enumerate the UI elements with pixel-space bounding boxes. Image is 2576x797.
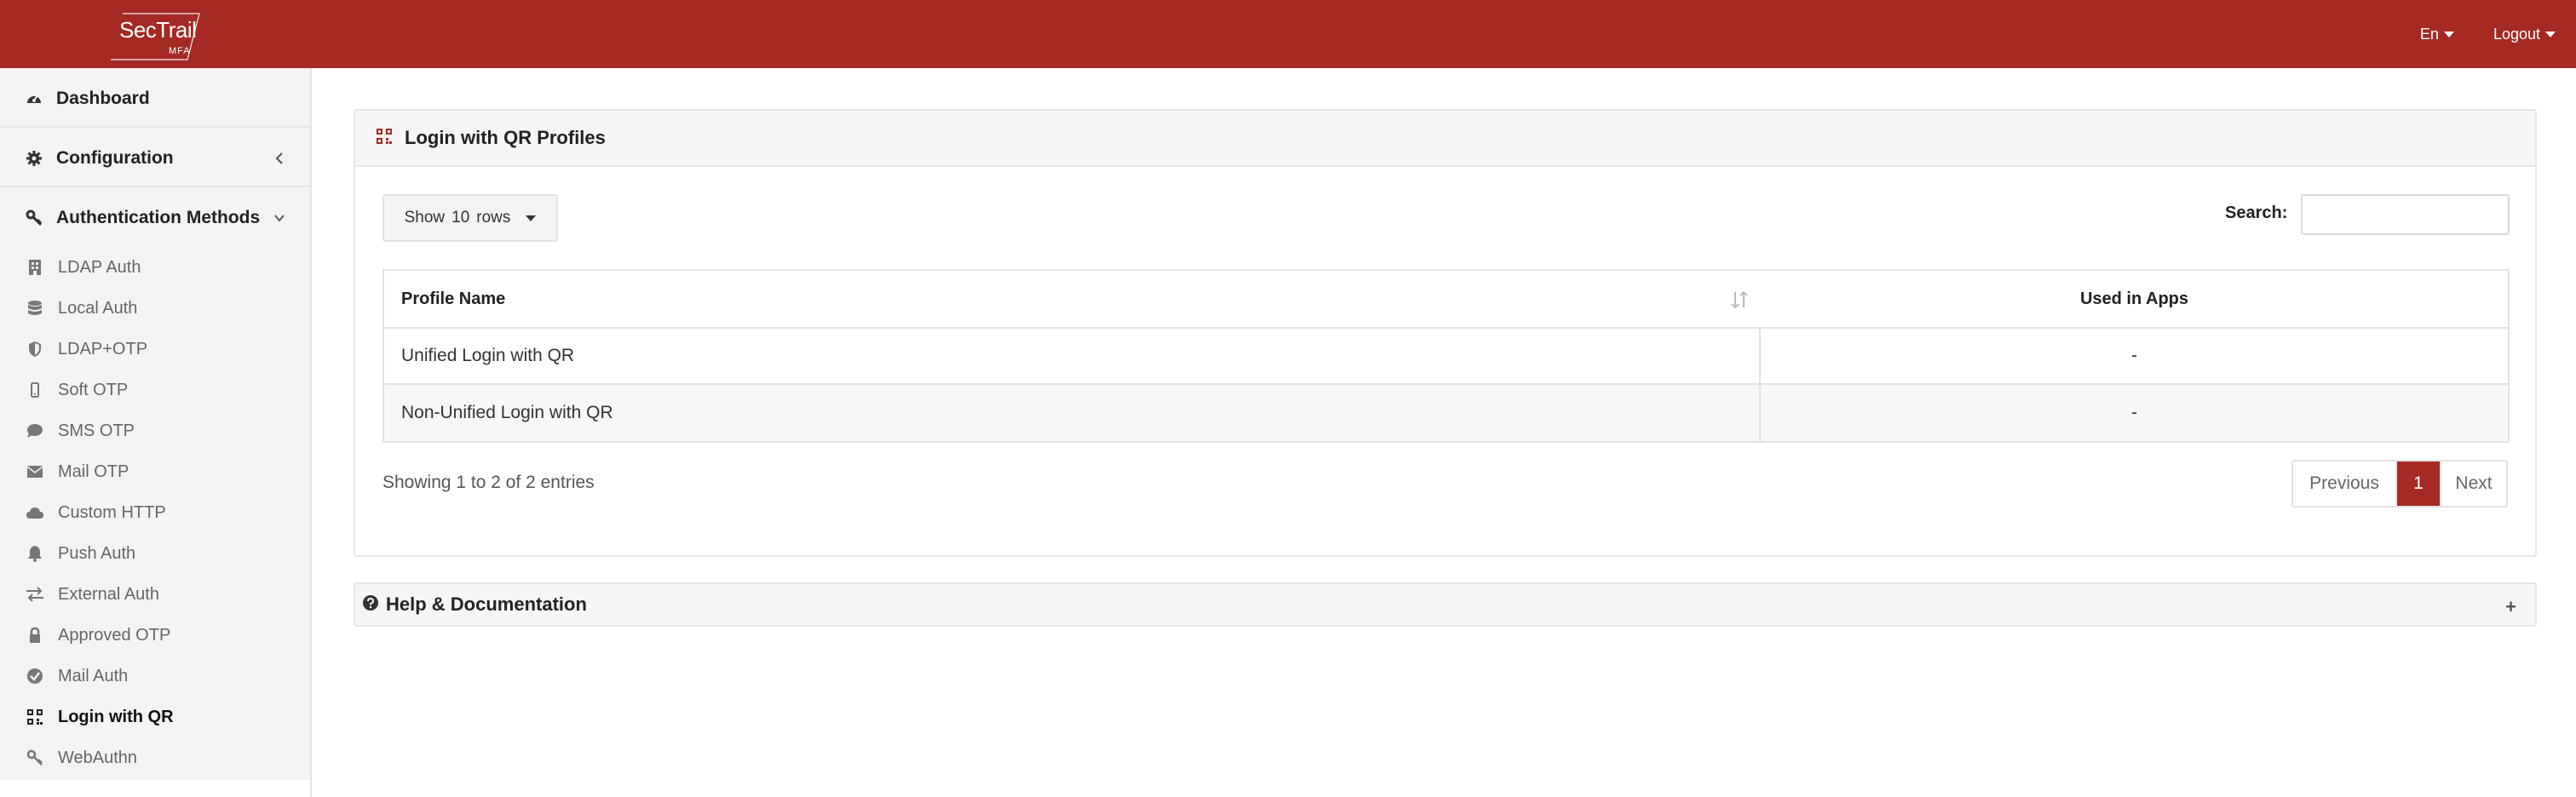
- exchange-icon: [26, 585, 44, 604]
- table-row[interactable]: Unified Login with QR -: [384, 329, 2508, 385]
- sidebar-item-label: Mail OTP: [58, 462, 129, 481]
- profiles-panel: Login with QR Profiles Show 10 rows Sear…: [354, 109, 2537, 557]
- table-header-row: Profile Name Used in Apps: [384, 271, 2508, 329]
- qrcode-icon: [26, 708, 44, 726]
- shield-icon: [26, 340, 44, 358]
- sidebar-item-mail-otp[interactable]: Mail OTP: [0, 451, 312, 492]
- mobile-icon: [26, 381, 44, 399]
- sidebar-item-authentication-methods[interactable]: Authentication Methods: [0, 192, 312, 244]
- brand-logo[interactable]: SecTrail MFA: [111, 10, 206, 61]
- gear-icon: [24, 148, 44, 169]
- search-input[interactable]: [2301, 194, 2510, 235]
- sidebar-item-label: Soft OTP: [58, 380, 129, 399]
- envelope-icon: [26, 462, 44, 481]
- show-rows-suffix: rows: [476, 209, 511, 226]
- database-icon: [26, 299, 44, 318]
- brand-name: SecTrail: [119, 17, 197, 43]
- show-rows-value: 10: [451, 209, 470, 226]
- column-header-used-in-apps[interactable]: Used in Apps: [1761, 271, 2508, 327]
- sidebar-item-sms-otp[interactable]: SMS OTP: [0, 410, 312, 451]
- sidebar-item-label: Local Auth: [58, 298, 138, 318]
- sidebar-item-label: External Auth: [58, 584, 159, 604]
- divider: [0, 126, 312, 128]
- sidebar-item-label: LDAP Auth: [58, 257, 141, 277]
- panel-title: Login with QR Profiles: [405, 127, 606, 148]
- lock-icon: [26, 626, 44, 645]
- sidebar-item-label: SMS OTP: [58, 421, 135, 440]
- question-circle-icon: [362, 594, 379, 616]
- show-rows-prefix: Show: [404, 209, 446, 226]
- building-icon: [26, 258, 44, 277]
- caret-down-icon: [2443, 31, 2454, 37]
- plus-icon[interactable]: +: [2505, 596, 2516, 618]
- sidebar-item-label: WebAuthn: [58, 748, 138, 767]
- sidebar-footer-space: [0, 780, 312, 797]
- cell-used-in-apps: -: [2131, 346, 2137, 365]
- language-dropdown[interactable]: En: [2420, 26, 2454, 43]
- qrcode-icon: [376, 128, 393, 149]
- search-label: Search:: [2225, 204, 2288, 222]
- sidebar-item-mail-auth[interactable]: Mail Auth: [0, 656, 312, 697]
- cell-profile-name: Non-Unified Login with QR: [384, 385, 1761, 441]
- divider: [0, 186, 312, 187]
- sidebar-item-dashboard[interactable]: Dashboard: [0, 73, 312, 124]
- sidebar-item-local-auth[interactable]: Local Auth: [0, 288, 312, 329]
- cloud-icon: [26, 503, 44, 522]
- sidebar-item-webauthn[interactable]: WebAuthn: [0, 737, 312, 778]
- next-page-button[interactable]: Next: [2440, 462, 2506, 506]
- table-info: Showing 1 to 2 of 2 entries: [382, 473, 595, 492]
- top-bar: SecTrail MFA En Logout: [0, 0, 2576, 68]
- help-title: Help & Documentation: [386, 593, 587, 615]
- page-1-button[interactable]: 1: [2397, 462, 2440, 506]
- cell-profile-name: Unified Login with QR: [384, 329, 1761, 383]
- comment-icon: [26, 421, 44, 440]
- chevron-down-icon: [274, 215, 285, 222]
- sidebar-item-external-auth[interactable]: External Auth: [0, 574, 312, 615]
- logout-dropdown[interactable]: Logout: [2493, 26, 2556, 43]
- sidebar-item-label: Authentication Methods: [56, 208, 261, 227]
- show-rows-dropdown[interactable]: Show 10 rows: [382, 194, 558, 242]
- chevron-left-icon: [275, 152, 283, 164]
- panel-header: Login with QR Profiles: [355, 111, 2535, 167]
- check-circle-icon: [26, 667, 44, 685]
- sidebar-item-label: Mail Auth: [58, 666, 129, 685]
- logout-label: Logout: [2493, 25, 2540, 43]
- key-icon: [24, 208, 44, 228]
- previous-page-button[interactable]: Previous: [2293, 462, 2397, 506]
- sidebar-item-custom-http[interactable]: Custom HTTP: [0, 492, 312, 533]
- sidebar: Dashboard Configuration Authentication M…: [0, 68, 312, 780]
- sidebar-item-login-with-qr[interactable]: Login with QR: [0, 697, 312, 737]
- sidebar-item-label: Configuration: [56, 148, 174, 168]
- caret-down-icon: [526, 215, 537, 221]
- column-header-profile-name[interactable]: Profile Name: [384, 271, 1761, 327]
- bell-icon: [26, 544, 44, 563]
- table-row[interactable]: Non-Unified Login with QR -: [384, 385, 2508, 441]
- cell-used-in-apps: -: [2131, 403, 2137, 422]
- sort-icon: [1731, 290, 1748, 309]
- sidebar-item-ldap-auth[interactable]: LDAP Auth: [0, 247, 312, 288]
- column-header-label: Used in Apps: [2079, 289, 2189, 308]
- sidebar-item-label: Push Auth: [58, 543, 136, 563]
- sidebar-item-approved-otp[interactable]: Approved OTP: [0, 615, 312, 656]
- caret-down-icon: [2545, 31, 2556, 37]
- sidebar-item-push-auth[interactable]: Push Auth: [0, 533, 312, 574]
- sidebar-item-label: Custom HTTP: [58, 502, 166, 522]
- dashboard-icon: [24, 89, 44, 109]
- help-documentation-panel[interactable]: Help & Documentation +: [354, 582, 2537, 627]
- language-label: En: [2419, 25, 2439, 43]
- sidebar-item-ldap-otp[interactable]: LDAP+OTP: [0, 329, 312, 370]
- sidebar-item-label: Login with QR: [58, 707, 174, 726]
- sidebar-item-label: Approved OTP: [58, 625, 171, 645]
- sidebar-item-label: LDAP+OTP: [58, 339, 148, 358]
- sidebar-item-soft-otp[interactable]: Soft OTP: [0, 370, 312, 410]
- pagination: Previous 1 Next: [2291, 460, 2508, 507]
- sidebar-item-configuration[interactable]: Configuration: [0, 133, 312, 184]
- sidebar-item-label: Dashboard: [56, 89, 150, 108]
- profiles-table: Profile Name Used in Apps Unified Login …: [382, 269, 2510, 443]
- column-header-label: Profile Name: [401, 289, 506, 308]
- brand-sub: MFA: [169, 46, 191, 56]
- key-icon: [26, 748, 44, 767]
